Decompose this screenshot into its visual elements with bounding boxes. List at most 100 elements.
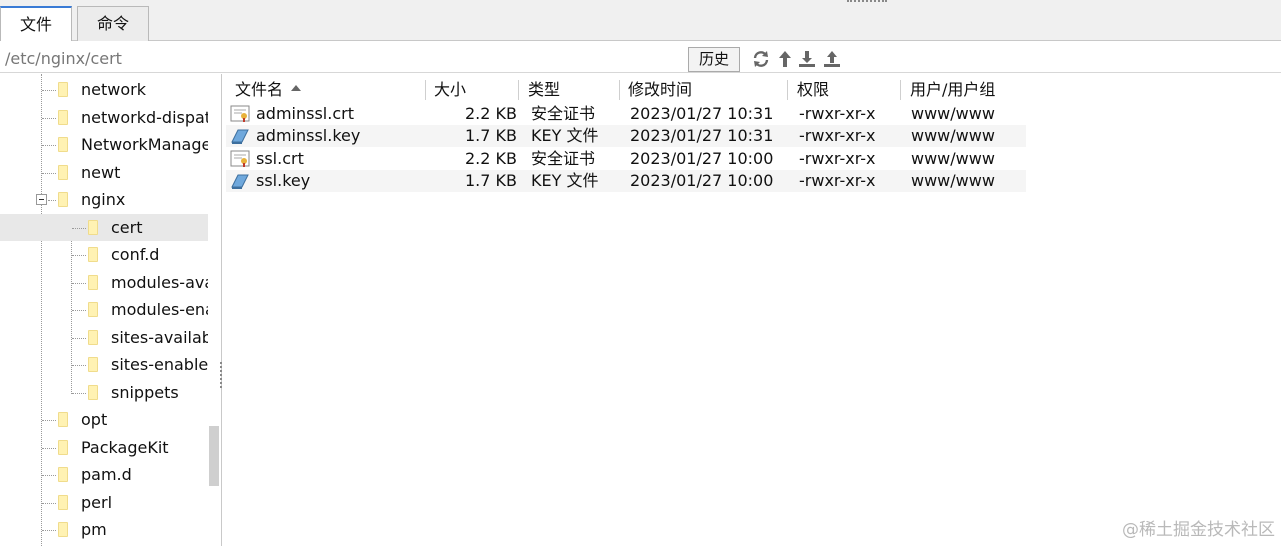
- column-header-label: 文件名: [235, 80, 284, 99]
- tree-item-cert[interactable]: cert: [0, 214, 208, 241]
- history-button[interactable]: 历史: [688, 47, 740, 72]
- column-divider[interactable]: [900, 80, 901, 100]
- file-owner: www/www: [911, 104, 995, 123]
- tree-item-newt[interactable]: newt: [0, 159, 208, 186]
- tree-item-label: opt: [81, 410, 108, 429]
- folder-icon: [88, 275, 98, 290]
- tree-scrollbar-thumb[interactable]: [209, 426, 219, 486]
- collapse-toggle-icon[interactable]: [36, 194, 47, 205]
- file-size: 1.7 KB: [465, 126, 517, 145]
- column-divider[interactable]: [518, 80, 519, 100]
- folder-icon: [88, 220, 98, 235]
- tree-item-network[interactable]: network: [0, 76, 208, 103]
- tree-item-label: sites-enabled: [111, 355, 208, 374]
- history-button-label: 历史: [698, 50, 729, 68]
- tree-item-modules-enabled[interactable]: modules-enabled: [0, 296, 208, 323]
- folder-icon: [58, 467, 68, 482]
- file-size: 1.7 KB: [465, 171, 517, 190]
- file-row[interactable]: adminssl.key 1.7 KB KEY 文件 2023/01/27 10…: [226, 125, 1026, 147]
- column-header-name[interactable]: 文件名: [235, 76, 302, 104]
- column-divider[interactable]: [619, 80, 620, 100]
- tree-item-label: pam.d: [81, 465, 132, 484]
- column-header-size[interactable]: 大小: [434, 76, 466, 104]
- tree-item-nginx[interactable]: nginx: [0, 186, 208, 213]
- path-input[interactable]: /etc/nginx/cert: [5, 49, 122, 68]
- tab-files[interactable]: 文件: [0, 6, 72, 42]
- file-mtime: 2023/01/27 10:00: [630, 149, 774, 168]
- up-dir-icon[interactable]: [775, 49, 795, 69]
- column-header-label: 类型: [528, 80, 561, 99]
- tree-item-modules-available[interactable]: modules-available: [0, 269, 208, 296]
- watermark: @稀土掘金技术社区: [1122, 520, 1275, 540]
- certificate-icon: [230, 105, 250, 122]
- upload-icon[interactable]: [822, 49, 842, 69]
- tree-item-label: sites-available: [111, 328, 208, 347]
- tree-item-sites-enabled[interactable]: sites-enabled: [0, 351, 208, 378]
- folder-icon: [58, 165, 68, 180]
- file-list: 文件名 大小 类型 修改时间 权限 用户/用户组 adminssl.crt 2.…: [226, 76, 1281, 546]
- column-divider[interactable]: [787, 80, 788, 100]
- download-icon[interactable]: [797, 49, 817, 69]
- file-row[interactable]: ssl.crt 2.2 KB 安全证书 2023/01/27 10:00 -rw…: [226, 148, 1026, 170]
- file-permissions: -rwxr-xr-x: [799, 149, 876, 168]
- tree-item-label: snippets: [111, 383, 179, 402]
- tree-item-label: network: [81, 80, 146, 99]
- column-header-label: 用户/用户组: [910, 80, 996, 99]
- tree-item-sites-available[interactable]: sites-available: [0, 324, 208, 351]
- pane-splitter-handle[interactable]: [220, 362, 223, 388]
- file-type: KEY 文件: [531, 171, 599, 190]
- column-header-type[interactable]: 类型: [528, 76, 560, 104]
- column-header-label: 大小: [434, 80, 467, 99]
- column-header-permissions[interactable]: 权限: [797, 76, 829, 104]
- tree-item-opt[interactable]: opt: [0, 406, 208, 433]
- file-permissions: -rwxr-xr-x: [799, 126, 876, 145]
- tree-item-label: modules-available: [111, 273, 208, 292]
- folder-icon: [58, 192, 68, 207]
- panel-resize-grip[interactable]: [847, 0, 887, 4]
- tree-item-label: NetworkManager: [81, 135, 208, 154]
- tree-item-pm[interactable]: pm: [0, 516, 208, 543]
- tab-commands-label: 命令: [96, 14, 129, 33]
- folder-icon: [58, 137, 68, 152]
- key-file-icon: [231, 129, 249, 144]
- key-file-icon: [231, 174, 249, 189]
- tree-item-label: nginx: [81, 190, 126, 209]
- tree-item-packagekit[interactable]: PackageKit: [0, 434, 208, 461]
- file-row[interactable]: ssl.key 1.7 KB KEY 文件 2023/01/27 10:00 -…: [226, 170, 1026, 192]
- column-header-mtime[interactable]: 修改时间: [628, 76, 692, 104]
- folder-icon: [88, 385, 98, 400]
- file-mtime: 2023/01/27 10:31: [630, 126, 774, 145]
- tree-item-networkmanager[interactable]: NetworkManager: [0, 131, 208, 158]
- tree-item-label: conf.d: [111, 245, 160, 264]
- tree-item-networkd-dispatcher[interactable]: networkd-dispatcher: [0, 104, 208, 131]
- tree-item-conf-d[interactable]: conf.d: [0, 241, 208, 268]
- path-bar: /etc/nginx/cert 历史: [0, 41, 1281, 73]
- refresh-icon[interactable]: [751, 49, 771, 69]
- column-header-owner[interactable]: 用户/用户组: [910, 76, 995, 104]
- file-name: adminssl.crt: [256, 104, 354, 123]
- tree-item-pam-d[interactable]: pam.d: [0, 461, 208, 488]
- file-name: ssl.key: [256, 171, 311, 190]
- certificate-icon: [230, 150, 250, 167]
- file-owner: www/www: [911, 171, 995, 190]
- tree-item-snippets[interactable]: snippets: [0, 379, 208, 406]
- folder-icon: [58, 440, 68, 455]
- folder-icon: [58, 495, 68, 510]
- file-size: 2.2 KB: [465, 104, 517, 123]
- file-row[interactable]: adminssl.crt 2.2 KB 安全证书 2023/01/27 10:3…: [226, 103, 1026, 125]
- file-mtime: 2023/01/27 10:31: [630, 104, 774, 123]
- folder-icon: [58, 522, 68, 537]
- file-permissions: -rwxr-xr-x: [799, 104, 876, 123]
- folder-icon: [58, 412, 68, 427]
- tree-item-label: newt: [81, 163, 121, 182]
- column-header-label: 修改时间: [628, 80, 693, 99]
- column-header-label: 权限: [797, 80, 830, 99]
- tree-item-label: PackageKit: [81, 438, 169, 457]
- file-permissions: -rwxr-xr-x: [799, 171, 876, 190]
- column-divider[interactable]: [425, 80, 426, 100]
- file-type: KEY 文件: [531, 126, 599, 145]
- tree-item-perl[interactable]: perl: [0, 489, 208, 516]
- tab-commands[interactable]: 命令: [77, 6, 149, 41]
- folder-icon: [58, 110, 68, 125]
- folder-icon: [88, 247, 98, 262]
